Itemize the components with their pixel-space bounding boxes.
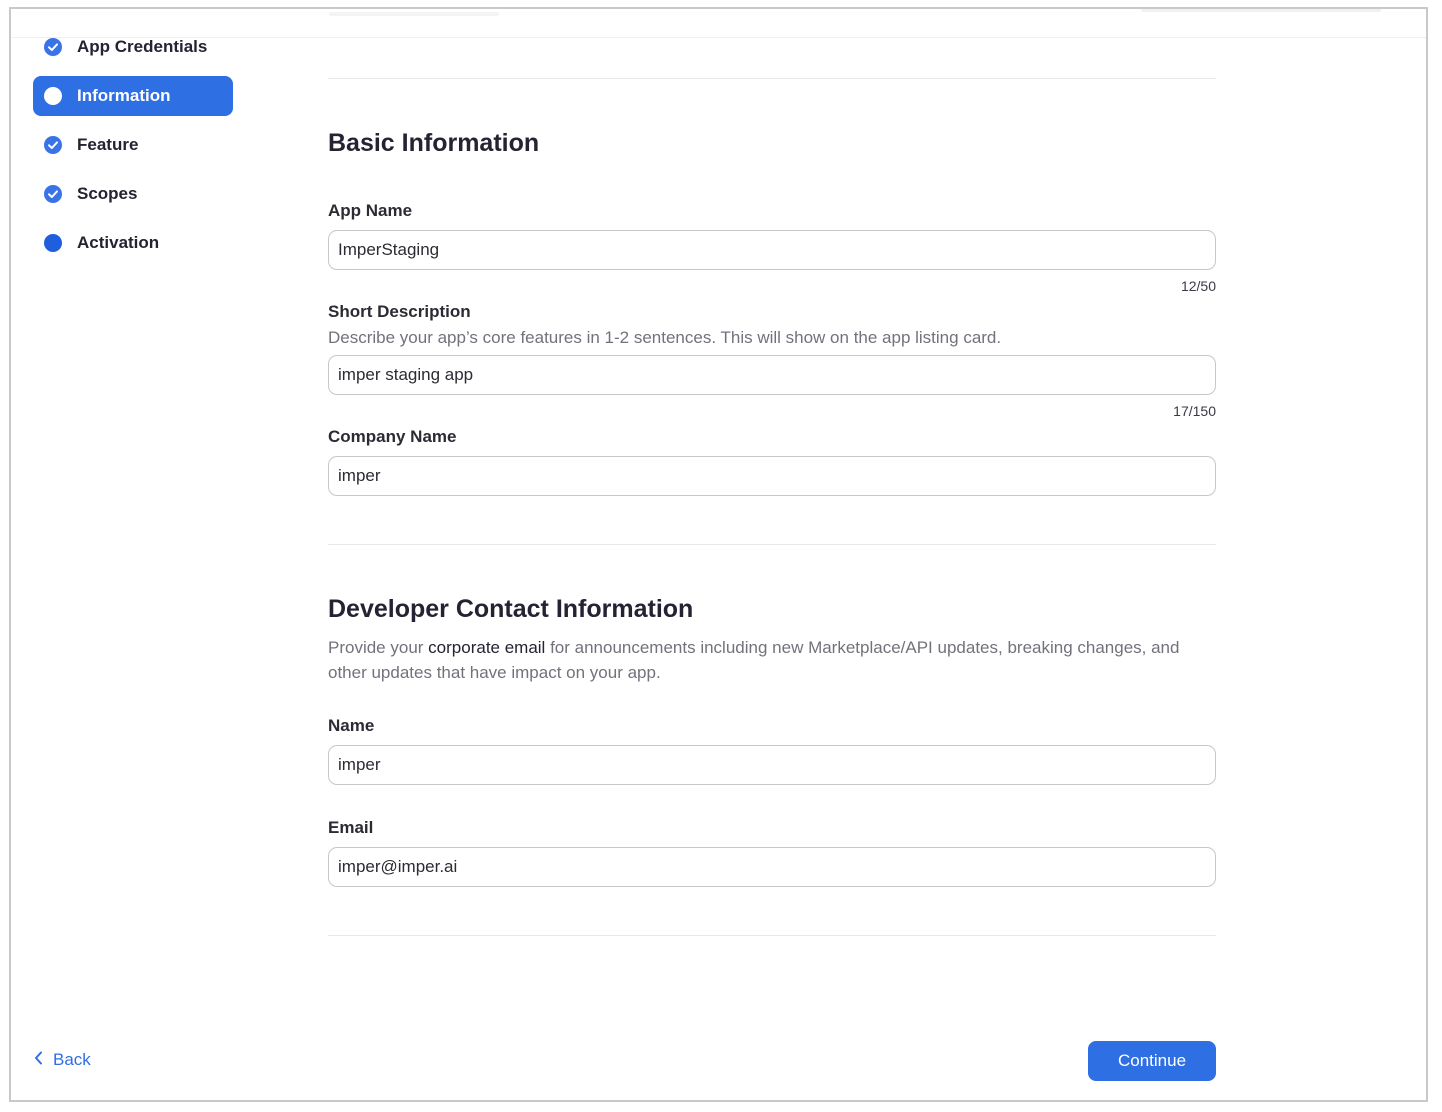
- check-circle-icon: [44, 38, 62, 56]
- step-activation[interactable]: Activation: [33, 223, 233, 263]
- corporate-email-emphasis: corporate email: [428, 638, 546, 657]
- app-name-input[interactable]: [328, 230, 1216, 270]
- check-circle-icon: [44, 185, 62, 203]
- step-scopes[interactable]: Scopes: [33, 174, 233, 214]
- step-label: Scopes: [77, 184, 138, 203]
- check-circle-icon: [44, 136, 62, 154]
- section-divider: [328, 544, 1216, 545]
- basic-information-title: Basic Information: [328, 129, 540, 157]
- short-description-hint: Describe your app’s core features in 1-2…: [328, 328, 1002, 347]
- short-description-label: Short Description: [328, 302, 471, 321]
- top-ghost-element: [329, 12, 499, 16]
- step-feature[interactable]: Feature: [33, 125, 233, 165]
- developer-contact-hint: Provide your corporate email for announc…: [328, 635, 1216, 685]
- chevron-left-icon: [34, 1050, 43, 1070]
- company-name-input[interactable]: [328, 456, 1216, 496]
- company-name-label: Company Name: [328, 427, 457, 446]
- hint-text: Provide your: [328, 638, 429, 657]
- developer-name-input[interactable]: [328, 745, 1216, 785]
- developer-contact-title: Developer Contact Information: [328, 595, 694, 623]
- back-link[interactable]: Back: [34, 1050, 91, 1070]
- app-frame: App Credentials Information Feature Scop…: [9, 7, 1428, 1102]
- continue-button[interactable]: Continue: [1088, 1041, 1216, 1081]
- step-label: Activation: [77, 233, 160, 252]
- step-app-credentials[interactable]: App Credentials: [33, 27, 233, 67]
- stepper-sidebar: App Credentials Information Feature Scop…: [33, 27, 233, 272]
- email-input[interactable]: [328, 847, 1216, 887]
- app-name-label: App Name: [328, 201, 413, 220]
- pending-step-dot-icon: [44, 234, 62, 252]
- step-label: Information: [77, 86, 171, 105]
- top-ghost-element: [1141, 9, 1381, 12]
- step-label: Feature: [77, 135, 139, 154]
- section-divider: [328, 78, 1216, 79]
- developer-name-label: Name: [328, 716, 375, 735]
- email-label: Email: [328, 818, 374, 837]
- step-label: App Credentials: [77, 37, 208, 56]
- section-divider: [328, 935, 1216, 936]
- back-label: Back: [53, 1050, 91, 1069]
- current-step-dot-icon: [44, 87, 62, 105]
- short-description-input[interactable]: [328, 355, 1216, 395]
- app-name-counter: 12/50: [1180, 278, 1216, 294]
- step-information[interactable]: Information: [33, 76, 233, 116]
- short-description-counter: 17/150: [1173, 403, 1216, 419]
